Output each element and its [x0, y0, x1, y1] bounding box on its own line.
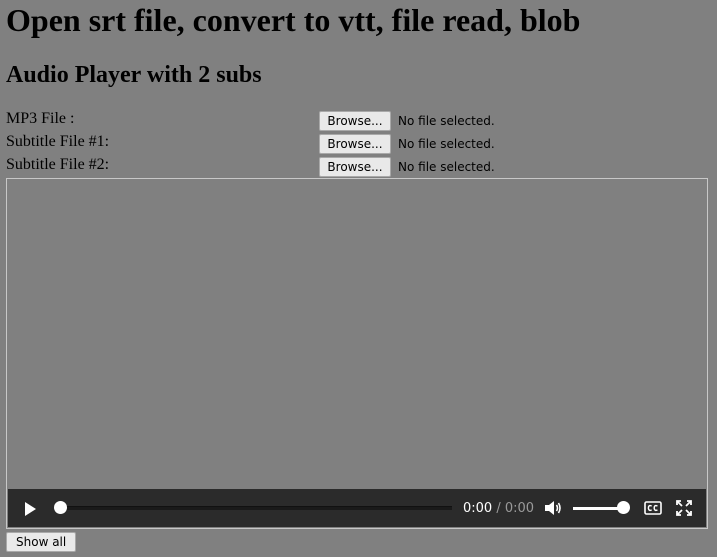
mp3-browse-button[interactable]: Browse...: [319, 111, 391, 131]
mp3-file-input-row: MP3 File : Browse... No file selected.: [6, 110, 706, 132]
fullscreen-icon[interactable]: [676, 500, 692, 516]
time-display: 0:00 / 0:00: [463, 501, 534, 516]
subtitle-1-input-row: Subtitle File #1: Browse... No file sele…: [6, 133, 706, 155]
media-player[interactable]: 0:00 / 0:00: [6, 178, 708, 529]
play-icon[interactable]: [22, 501, 38, 517]
time-separator: /: [496, 501, 501, 516]
volume-thumb[interactable]: [617, 501, 630, 514]
subtitle-2-input-row: Subtitle File #2: Browse... No file sele…: [6, 156, 706, 178]
page-title: Open srt file, convert to vtt, file read…: [6, 2, 581, 38]
current-time: 0:00: [463, 501, 493, 516]
volume-slider[interactable]: [573, 507, 623, 510]
volume-icon[interactable]: [544, 500, 562, 516]
subtitle-1-browse-button[interactable]: Browse...: [319, 134, 391, 154]
subtitle-2-label: Subtitle File #2:: [6, 156, 110, 173]
mp3-file-status: No file selected.: [398, 114, 495, 128]
subtitle-1-label: Subtitle File #1:: [6, 133, 110, 150]
player-controls-bar: 0:00 / 0:00: [8, 489, 706, 527]
show-all-button[interactable]: Show all: [6, 532, 77, 552]
subtitle-2-status: No file selected.: [398, 160, 495, 174]
mp3-file-label: MP3 File :: [6, 110, 75, 127]
seek-thumb[interactable]: [54, 501, 67, 514]
closed-captions-icon[interactable]: [644, 501, 662, 515]
seek-bar[interactable]: [62, 506, 452, 510]
page-subtitle: Audio Player with 2 subs: [6, 62, 262, 88]
duration: 0:00: [504, 501, 535, 516]
subtitle-1-status: No file selected.: [398, 137, 495, 151]
subtitle-2-browse-button[interactable]: Browse...: [319, 157, 391, 177]
